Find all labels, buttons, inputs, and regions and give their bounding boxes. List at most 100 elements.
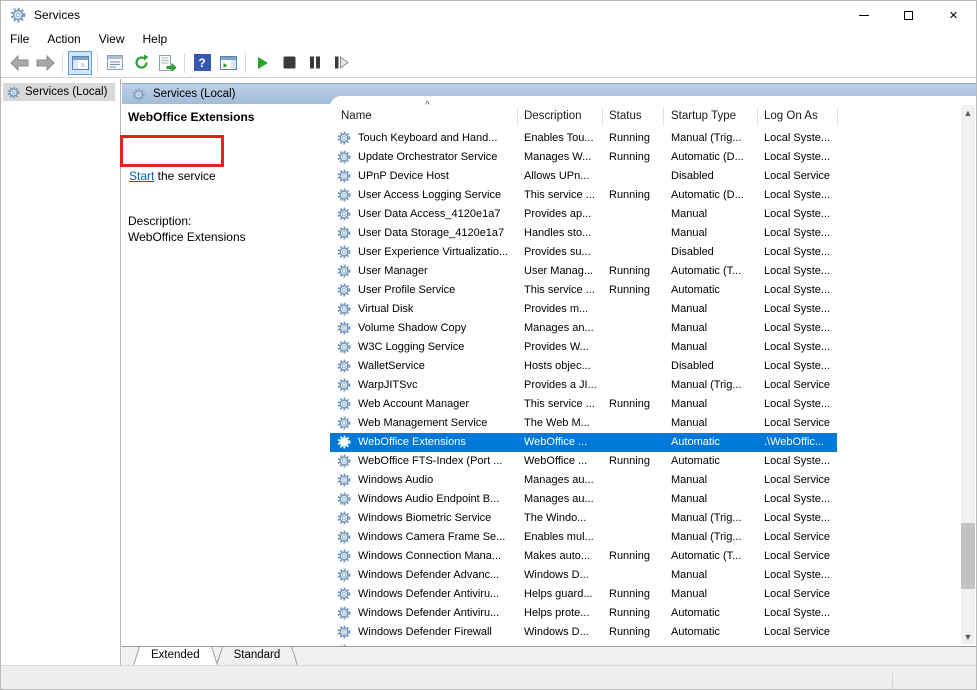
cell-log-on-as: Local Service	[764, 471, 838, 490]
tree-item-services-local[interactable]: Services (Local)	[3, 83, 115, 101]
table-row[interactable]: Virtual DiskProvides m...ManualLocal Sys…	[330, 300, 837, 319]
cell-startup-type: Manual (Trig...	[671, 129, 756, 148]
list-column-headers: ^ Name Description Status Startup Type L…	[330, 105, 961, 129]
table-row[interactable]: Touch Keyboard and Hand...Enables Tou...…	[330, 129, 837, 148]
column-header-description[interactable]: Description	[524, 110, 582, 122]
tab-standard[interactable]: Standard	[224, 647, 291, 665]
scroll-down-icon[interactable]: ▼	[961, 629, 975, 644]
table-row[interactable]: Windows Defender Antiviru...Helps prote.…	[330, 604, 837, 623]
table-row[interactable]: Windows Audio Endpoint B...Manages au...…	[330, 490, 837, 509]
table-row[interactable]: User Data Access_4120e1a7Provides ap...M…	[330, 205, 837, 224]
menu-bar: File Action View Help	[1, 29, 976, 48]
service-gear-icon	[337, 435, 351, 450]
minimize-button[interactable]	[841, 1, 886, 29]
stop-service-button[interactable]	[277, 51, 301, 75]
column-divider[interactable]	[837, 107, 838, 126]
cell-startup-type: Manual	[671, 319, 756, 338]
table-row[interactable]: W3C Logging ServiceProvides W...ManualLo…	[330, 338, 837, 357]
cell-name: User Data Access_4120e1a7	[358, 205, 517, 224]
service-gear-icon	[337, 397, 351, 412]
table-row[interactable]: Update Orchestrator ServiceManages W...R…	[330, 148, 837, 167]
cell-status	[609, 490, 662, 509]
cell-name: Touch Keyboard and Hand...	[358, 129, 517, 148]
back-button[interactable]	[7, 51, 31, 75]
service-list-panel: ^ Name Description Status Startup Type L…	[330, 96, 976, 646]
start-service-link[interactable]: Start	[129, 169, 154, 183]
scroll-up-icon[interactable]: ▲	[961, 105, 975, 120]
service-gear-icon	[337, 568, 351, 583]
column-header-startup-type[interactable]: Startup Type	[671, 110, 736, 122]
vertical-scrollbar[interactable]: ▲ ▼	[961, 105, 975, 644]
table-row[interactable]: WebOffice FTS-Index (Port ...WebOffice .…	[330, 452, 837, 471]
properties-button[interactable]	[103, 51, 127, 75]
cell-log-on-as: Local Service	[764, 167, 838, 186]
tab-extended[interactable]: Extended	[141, 647, 210, 665]
back-arrow-icon	[10, 55, 29, 71]
table-row[interactable]: Windows Camera Frame Se...Enables mul...…	[330, 528, 837, 547]
forward-button[interactable]	[33, 51, 57, 75]
cell-log-on-as: Local Syste...	[764, 338, 838, 357]
table-row[interactable]: Windows Defender FirewallWindows D...Run…	[330, 623, 837, 642]
show-console-tree-button[interactable]	[68, 51, 92, 75]
table-row[interactable]: WebOffice ExtensionsWebOffice ...Automat…	[330, 433, 837, 452]
column-header-log-on-as[interactable]: Log On As	[764, 110, 818, 122]
column-header-name[interactable]: Name	[341, 110, 372, 122]
menu-action[interactable]: Action	[38, 32, 89, 46]
close-button[interactable]: ×	[931, 1, 976, 29]
cell-description: This service ...	[524, 281, 601, 300]
table-row[interactable]: Windows Defender Antiviru...Helps guard.…	[330, 585, 837, 604]
cell-status	[609, 357, 662, 376]
show-action-pane-button[interactable]	[216, 51, 240, 75]
menu-view[interactable]: View	[90, 32, 134, 46]
table-row[interactable]: WalletServiceHosts objec...DisabledLocal…	[330, 357, 837, 376]
column-divider[interactable]	[602, 107, 603, 126]
table-row[interactable]: User Profile ServiceThis service ...Runn…	[330, 281, 837, 300]
refresh-button[interactable]	[129, 51, 153, 75]
start-service-button[interactable]	[251, 51, 275, 75]
column-divider[interactable]	[663, 107, 664, 126]
table-row[interactable]: Windows Defender Advanc...Windows D...Ma…	[330, 566, 837, 585]
cell-name: Update Orchestrator Service	[358, 148, 517, 167]
pause-service-button[interactable]	[303, 51, 327, 75]
cell-name: Windows Defender Firewall	[358, 623, 517, 642]
menu-file[interactable]: File	[1, 32, 38, 46]
cell-status	[609, 566, 662, 585]
cell-startup-type: Manual	[671, 224, 756, 243]
cell-startup-type: Manual	[671, 338, 756, 357]
cell-status	[609, 319, 662, 338]
maximize-button[interactable]	[886, 1, 931, 29]
table-row[interactable]: User Data Storage_4120e1a7Handles sto...…	[330, 224, 837, 243]
table-row[interactable]: WarpJITSvcProvides a JI...Manual (Trig..…	[330, 376, 837, 395]
column-divider[interactable]	[757, 107, 758, 126]
cell-status: Running	[609, 186, 662, 205]
cell-description: Makes auto...	[524, 547, 601, 566]
table-row[interactable]: User ManagerUser Manag...RunningAutomati…	[330, 262, 837, 281]
help-button[interactable]: ?	[190, 51, 214, 75]
table-row[interactable]: Windows Biometric ServiceThe Windo...Man…	[330, 509, 837, 528]
table-row[interactable]: User Experience Virtualizatio...Provides…	[330, 243, 837, 262]
export-list-button[interactable]	[155, 51, 179, 75]
service-gear-icon	[337, 283, 351, 298]
table-row[interactable]: User Access Logging ServiceThis service …	[330, 186, 837, 205]
menu-help[interactable]: Help	[134, 32, 177, 46]
table-row[interactable]: Volume Shadow CopyManages an...ManualLoc…	[330, 319, 837, 338]
cell-startup-type: Automatic	[671, 604, 756, 623]
services-gear-icon	[7, 86, 20, 99]
scrollbar-thumb[interactable]	[961, 523, 975, 589]
cell-startup-type: Manual	[671, 566, 756, 585]
column-divider[interactable]	[517, 107, 518, 126]
cell-description: The Web M...	[524, 414, 601, 433]
restart-service-button[interactable]	[329, 51, 353, 75]
service-gear-icon	[337, 207, 351, 222]
table-row[interactable]: UPnP Device HostAllows UPn...DisabledLoc…	[330, 167, 837, 186]
services-window: Services × File Action View Help	[0, 0, 977, 690]
cell-description: Handles sto...	[524, 224, 601, 243]
table-row[interactable]: Windows Connection Mana...Makes auto...R…	[330, 547, 837, 566]
table-row[interactable]: Web Account ManagerThis service ...Runni…	[330, 395, 837, 414]
minimize-icon	[859, 15, 869, 16]
cell-description: Manages an...	[524, 319, 601, 338]
table-row[interactable]: Web Management ServiceThe Web M...Manual…	[330, 414, 837, 433]
table-row[interactable]: Windows AudioManages au...ManualLocal Se…	[330, 471, 837, 490]
help-icon: ?	[194, 54, 211, 71]
column-header-status[interactable]: Status	[609, 110, 642, 122]
